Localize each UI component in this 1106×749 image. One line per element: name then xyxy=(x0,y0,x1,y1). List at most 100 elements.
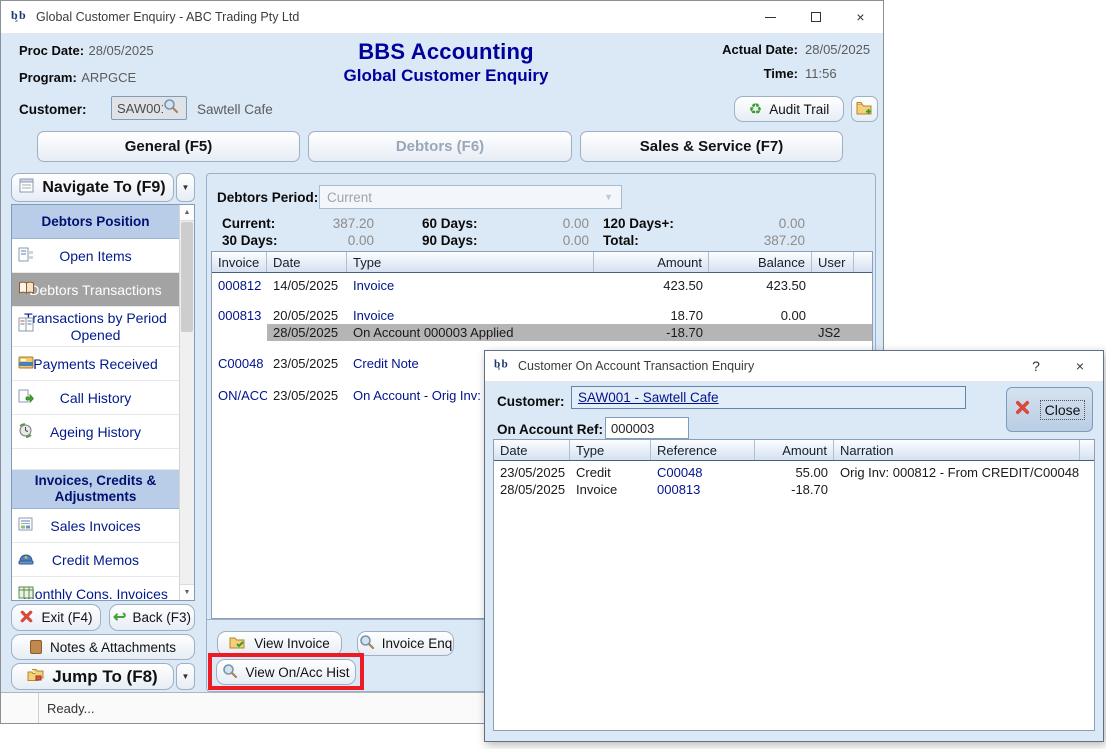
recycle-icon: ♻ xyxy=(749,102,762,117)
col-narration[interactable]: Narration xyxy=(834,440,1080,460)
payment-card-icon xyxy=(18,356,34,372)
program-value: ARPGCE xyxy=(81,70,136,85)
scroll-down-icon[interactable]: ▼ xyxy=(180,584,194,600)
summary-120days-label: 120 Days+: xyxy=(603,216,674,231)
on-account-table: Date Type Reference Amount Narration 23/… xyxy=(493,439,1095,731)
maximize-button[interactable] xyxy=(793,1,838,33)
open-book-icon xyxy=(18,281,35,298)
table-row[interactable]: 28/05/2025 Invoice 000813 -18.70 xyxy=(494,481,1094,498)
svg-text:b: b xyxy=(502,358,508,370)
invoice-enquiry-button[interactable]: Invoice Enq xyxy=(357,631,454,656)
customer-link[interactable]: SAW001 - Sawtell Cafe xyxy=(578,390,719,405)
col-type[interactable]: Type xyxy=(347,252,594,272)
on-account-ref-input[interactable] xyxy=(606,418,688,438)
sidebar-item-credit-memos[interactable]: Credit Memos xyxy=(12,543,179,577)
summary-60days-label: 60 Days: xyxy=(422,216,478,231)
table-row[interactable]: 000812 14/05/2025 Invoice 423.50 423.50 xyxy=(212,277,872,294)
col-invoice[interactable]: Invoice xyxy=(212,252,267,272)
summary-30days-label: 30 Days: xyxy=(222,233,278,248)
desktop: bsb Global Customer Enquiry - ABC Tradin… xyxy=(0,0,1106,749)
help-button[interactable]: ? xyxy=(1015,358,1057,374)
minimize-icon xyxy=(765,17,776,18)
close-button[interactable]: × xyxy=(838,1,883,33)
invoice-enq-label: Invoice Enq xyxy=(382,636,453,651)
audit-trail-button[interactable]: ♻ Audit Trail xyxy=(734,96,844,122)
credit-memo-icon xyxy=(18,552,34,568)
navigate-to-dropdown[interactable]: ▼ xyxy=(176,173,195,202)
table-row[interactable]: 000813 20/05/2025 Invoice 18.70 0.00 xyxy=(212,307,872,324)
notes-attachments-button[interactable]: Notes & Attachments xyxy=(11,634,195,660)
close-label: Close xyxy=(1040,400,1086,420)
time-label: Time: xyxy=(764,66,798,81)
sidebar-item-monthly-cons-invoices[interactable]: Monthly Cons. Invoices xyxy=(12,577,179,601)
sidebar-item-payments-received[interactable]: Payments Received xyxy=(12,347,179,381)
sidebar-list: Debtors Position Open Items Debtors Tran… xyxy=(11,204,195,601)
summary-current-label: Current: xyxy=(222,216,275,231)
tab-sales-service[interactable]: Sales & Service (F7) xyxy=(580,131,843,162)
summary-total-value: 387.20 xyxy=(733,233,805,248)
sidebar-scrollbar[interactable]: ▲ ▼ xyxy=(179,205,194,600)
search-icon xyxy=(359,634,375,653)
col-amount[interactable]: Amount xyxy=(755,440,834,460)
sidebar-item-debtors-transactions[interactable]: Debtors Transactions xyxy=(12,273,179,307)
col-user[interactable]: User xyxy=(812,252,854,272)
dialog-customer-field[interactable]: SAW001 - Sawtell Cafe xyxy=(571,386,966,409)
col-balance[interactable]: Balance xyxy=(709,252,812,272)
chevron-down-icon: ▼ xyxy=(182,183,190,192)
notes-label: Notes & Attachments xyxy=(50,640,176,655)
sidebar-item-open-items[interactable]: Open Items xyxy=(12,239,179,273)
invoice-doc-icon xyxy=(18,517,34,534)
debtors-period-label: Debtors Period: xyxy=(217,190,318,205)
exit-button[interactable]: Exit (F4) xyxy=(11,604,101,631)
col-date[interactable]: Date xyxy=(267,252,347,272)
col-type[interactable]: Type xyxy=(570,440,651,460)
table-row-on-account-applied[interactable]: 28/05/2025 On Account 000003 Applied -18… xyxy=(212,324,872,341)
col-amount[interactable]: Amount xyxy=(594,252,709,272)
on-account-ref-label: On Account Ref: xyxy=(497,422,603,437)
close-button-dialog[interactable]: Close xyxy=(1006,387,1093,432)
call-arrow-icon xyxy=(18,389,34,406)
dialog-close-button[interactable]: × xyxy=(1057,358,1103,374)
col-reference[interactable]: Reference xyxy=(651,440,755,460)
main-titlebar: bsb Global Customer Enquiry - ABC Tradin… xyxy=(1,1,883,34)
dialog-title: Customer On Account Transaction Enquiry xyxy=(518,359,754,373)
folders-icon xyxy=(27,667,44,687)
open-folder-button[interactable] xyxy=(851,96,878,122)
navigate-to-button[interactable]: Navigate To (F9) xyxy=(11,173,174,202)
app-title: BBS Accounting xyxy=(251,39,641,65)
summary-30days-value: 0.00 xyxy=(302,233,374,248)
form-icon xyxy=(19,178,34,198)
scrollbar-thumb[interactable] xyxy=(181,222,193,332)
svg-text:s: s xyxy=(498,365,501,371)
search-icon[interactable] xyxy=(163,98,179,119)
customer-label: Customer: xyxy=(19,102,87,117)
customer-code-input[interactable] xyxy=(117,101,163,116)
dialog-table-header: Date Type Reference Amount Narration xyxy=(494,440,1094,461)
sidebar-item-ageing-history[interactable]: Ageing History xyxy=(12,415,179,449)
tab-general[interactable]: General (F5) xyxy=(37,131,300,162)
maximize-icon xyxy=(811,12,821,22)
col-date[interactable]: Date xyxy=(494,440,570,460)
back-button[interactable]: ↩ Back (F3) xyxy=(109,604,195,631)
scroll-up-icon[interactable]: ▲ xyxy=(180,205,194,221)
jump-to-dropdown[interactable]: ▼ xyxy=(176,663,195,690)
on-account-ref-field[interactable] xyxy=(605,417,689,439)
sidebar-item-call-history[interactable]: Call History xyxy=(12,381,179,415)
jump-to-button[interactable]: Jump To (F8) xyxy=(11,663,174,690)
minimize-button[interactable] xyxy=(748,1,793,33)
sidebar-item-transactions-by-period[interactable]: Transactions by Period Opened xyxy=(12,307,179,347)
summary-120days-value: 0.00 xyxy=(733,216,805,231)
bbs-logo-icon: bsb xyxy=(494,356,510,376)
table-row[interactable]: 23/05/2025 Credit C00048 55.00 Orig Inv:… xyxy=(494,464,1094,481)
debtors-period-value: Current xyxy=(327,190,372,205)
summary-total-label: Total: xyxy=(603,233,639,248)
exit-label: Exit (F4) xyxy=(41,610,92,625)
view-invoice-label: View Invoice xyxy=(254,636,330,651)
page-title: Global Customer Enquiry xyxy=(251,66,641,86)
program-label: Program: xyxy=(19,70,77,85)
customer-code-field[interactable] xyxy=(111,96,187,120)
time-value: 11:56 xyxy=(805,66,871,81)
dialog-customer-label: Customer: xyxy=(497,394,565,409)
sidebar-item-sales-invoices[interactable]: Sales Invoices xyxy=(12,509,179,543)
window-title: Global Customer Enquiry - ABC Trading Pt… xyxy=(36,10,299,24)
